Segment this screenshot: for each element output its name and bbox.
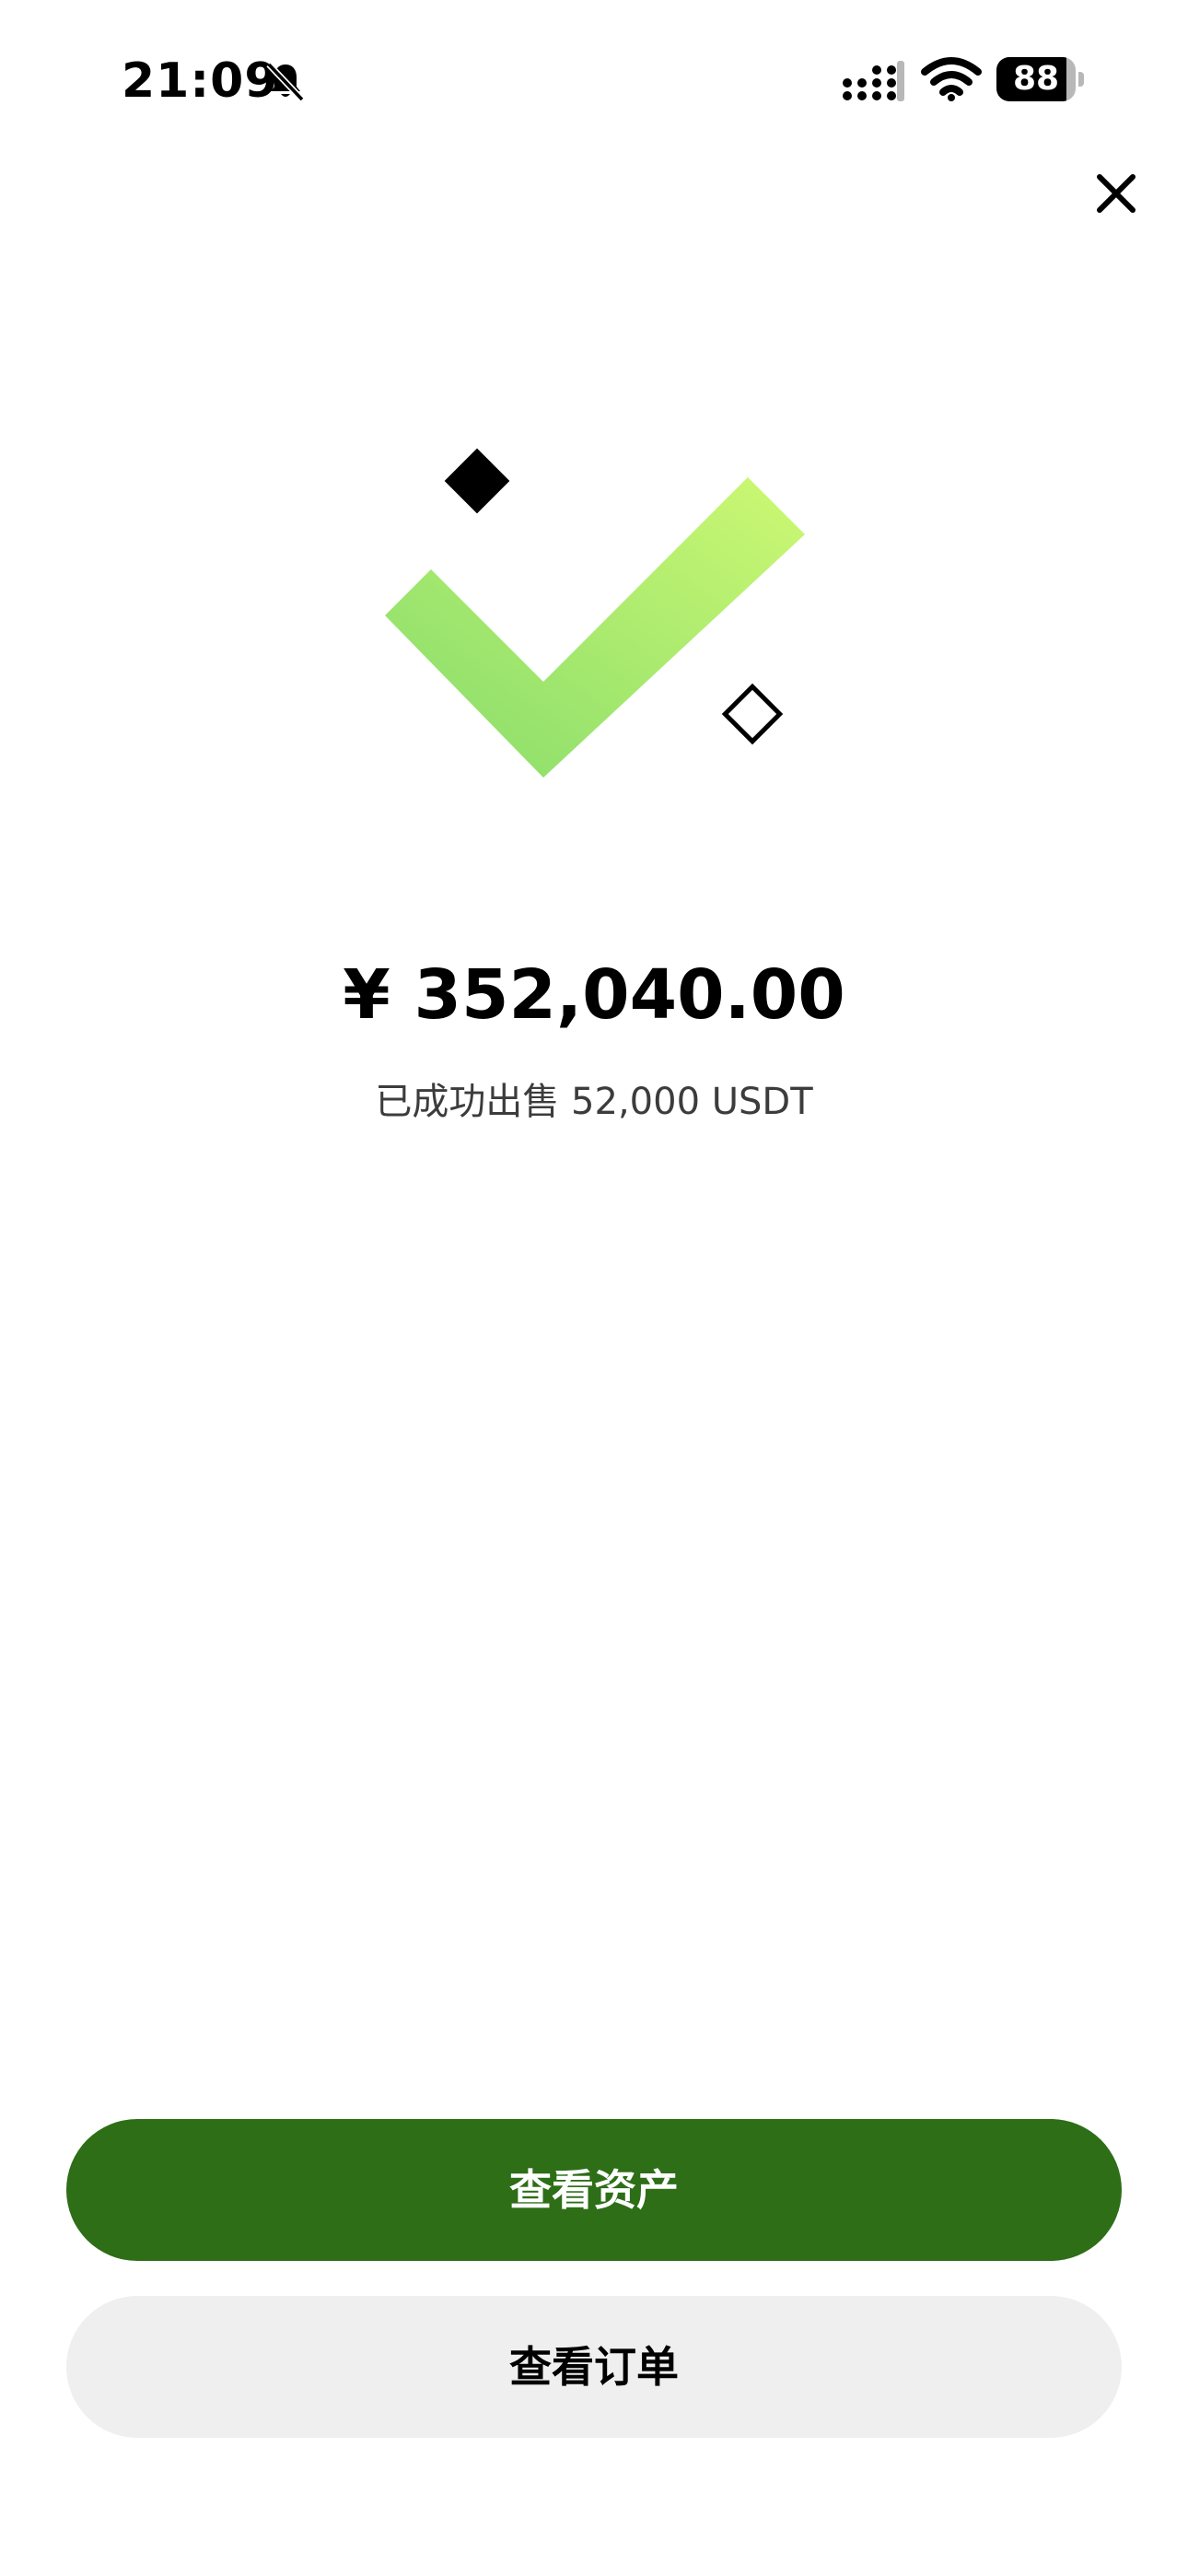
bell-slash-icon bbox=[266, 62, 305, 102]
wifi-icon bbox=[921, 57, 982, 101]
sale-amount: ¥ 352,040.00 bbox=[343, 955, 845, 1035]
status-time: 21:09 bbox=[122, 53, 279, 109]
success-check-icon bbox=[385, 448, 805, 778]
battery-icon: 88 bbox=[996, 57, 1085, 101]
close-icon[interactable] bbox=[1087, 164, 1146, 223]
battery-level: 88 bbox=[1012, 60, 1060, 98]
sparkle-diamond-outline-icon bbox=[721, 683, 784, 745]
sale-message: 已成功出售 52,000 USDT bbox=[375, 1081, 813, 1123]
status-bar: 21:09 88 bbox=[0, 0, 1188, 157]
cellular-signal-icon bbox=[843, 61, 904, 101]
view-assets-button[interactable]: 查看资产 bbox=[66, 2119, 1122, 2261]
sparkle-diamond-filled-icon bbox=[444, 448, 510, 514]
success-screen: 21:09 88 ¥ 352,040.00 已成功出售 52,000 USDT … bbox=[0, 0, 1188, 2576]
battery-cap bbox=[1078, 72, 1084, 87]
view-orders-button[interactable]: 查看订单 bbox=[66, 2296, 1122, 2438]
battery-body: 88 bbox=[996, 57, 1076, 101]
